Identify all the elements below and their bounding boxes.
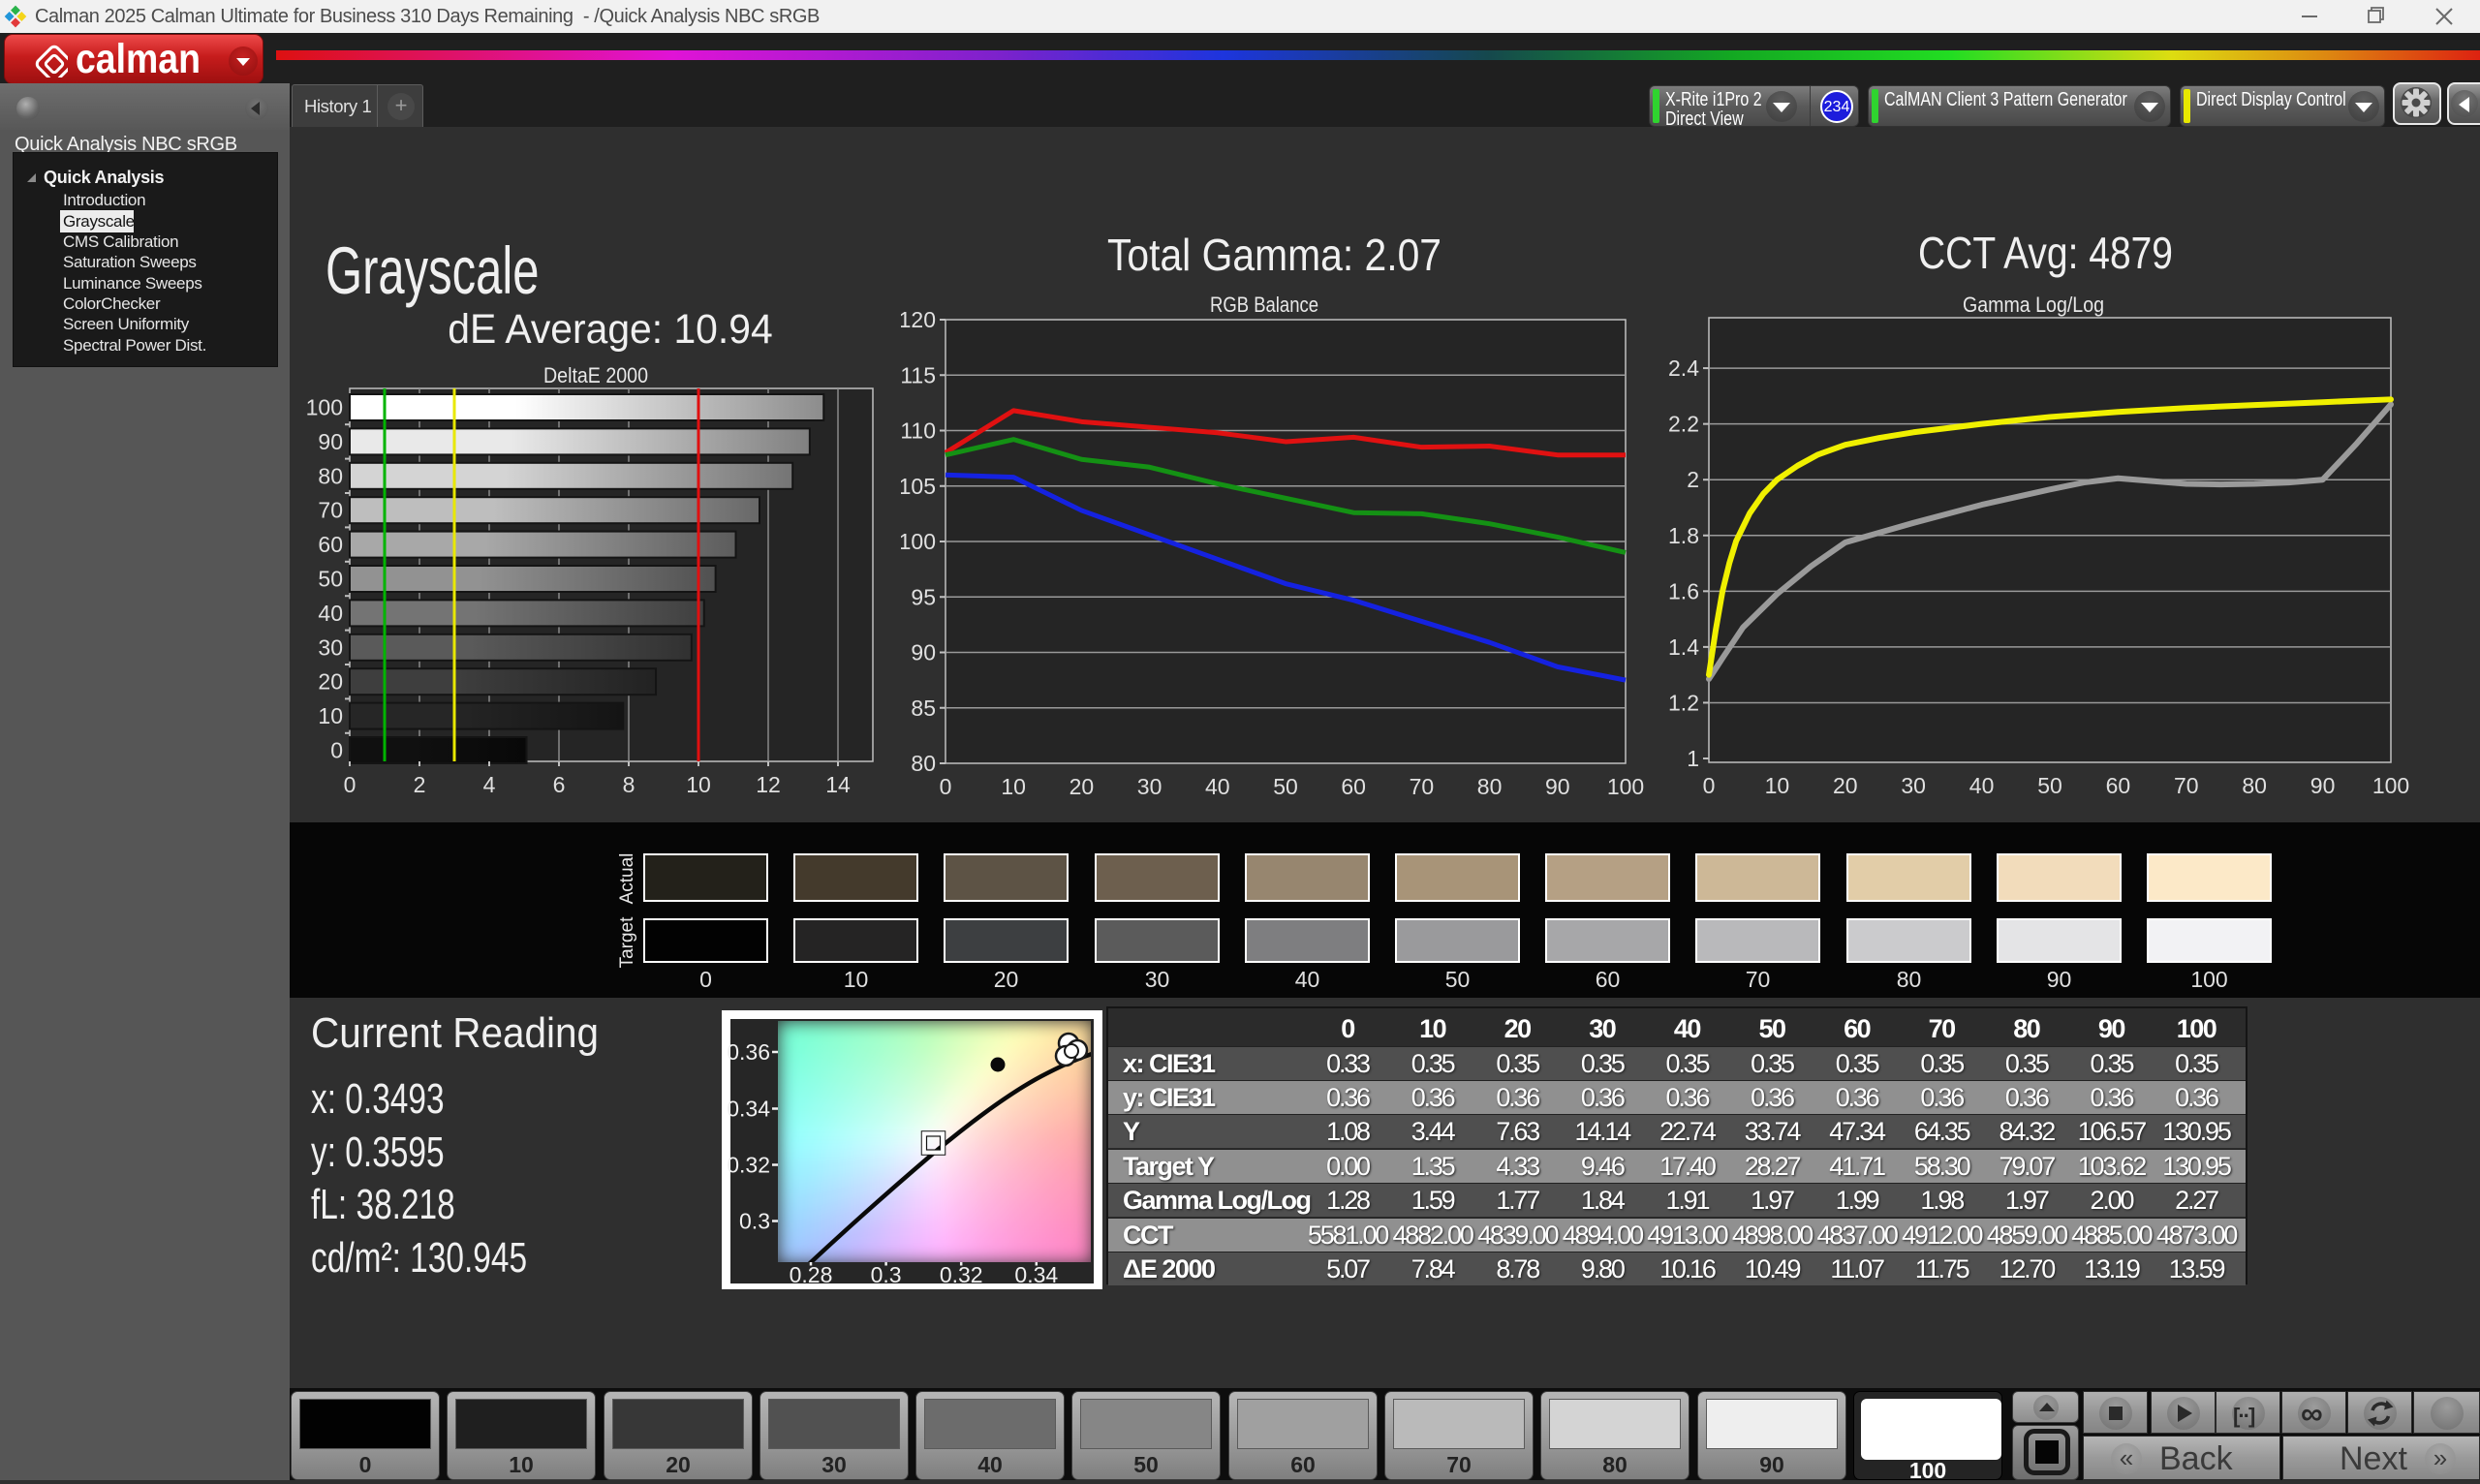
svg-text:60: 60 xyxy=(2106,773,2131,798)
svg-text:1.4: 1.4 xyxy=(1668,634,1699,660)
svg-text:20: 20 xyxy=(318,669,343,695)
svg-text:40: 40 xyxy=(1205,774,1230,799)
svg-text:105: 105 xyxy=(901,474,936,499)
svg-text:70: 70 xyxy=(2174,773,2199,798)
svg-text:10: 10 xyxy=(1001,774,1026,799)
svg-text:1.6: 1.6 xyxy=(1668,578,1699,603)
svg-text:40: 40 xyxy=(318,601,343,626)
svg-text:0.34: 0.34 xyxy=(727,1097,770,1122)
svg-text:100: 100 xyxy=(2372,773,2409,798)
svg-text:1.8: 1.8 xyxy=(1668,523,1699,548)
svg-text:1: 1 xyxy=(1687,746,1699,771)
svg-text:0.32: 0.32 xyxy=(727,1153,770,1178)
svg-text:80: 80 xyxy=(911,751,936,776)
svg-text:0: 0 xyxy=(344,772,356,797)
svg-text:100: 100 xyxy=(1607,774,1644,799)
svg-text:30: 30 xyxy=(318,634,343,660)
svg-text:DeltaE 2000: DeltaE 2000 xyxy=(543,363,648,387)
svg-text:115: 115 xyxy=(901,362,936,387)
svg-text:2.2: 2.2 xyxy=(1668,412,1699,437)
svg-text:0.36: 0.36 xyxy=(727,1039,770,1065)
svg-text:60: 60 xyxy=(1341,774,1366,799)
svg-text:0.28: 0.28 xyxy=(790,1262,833,1287)
svg-text:2: 2 xyxy=(1687,467,1699,492)
svg-text:4: 4 xyxy=(483,772,496,797)
svg-text:14: 14 xyxy=(825,772,851,797)
svg-text:1.2: 1.2 xyxy=(1668,690,1699,715)
svg-text:0.34: 0.34 xyxy=(1014,1262,1058,1287)
svg-text:90: 90 xyxy=(911,640,936,665)
svg-text:40: 40 xyxy=(1969,773,1995,798)
svg-text:100: 100 xyxy=(901,529,936,554)
svg-text:95: 95 xyxy=(911,584,936,609)
svg-text:0: 0 xyxy=(1703,773,1716,798)
svg-text:30: 30 xyxy=(1901,773,1926,798)
svg-text:CCT Avg: 4879: CCT Avg: 4879 xyxy=(1918,228,2173,278)
svg-text:10: 10 xyxy=(686,772,711,797)
svg-text:30: 30 xyxy=(1137,774,1162,799)
svg-text:90: 90 xyxy=(318,429,343,454)
svg-text:6: 6 xyxy=(553,772,566,797)
svg-text:60: 60 xyxy=(318,532,343,557)
svg-text:2.4: 2.4 xyxy=(1668,356,1699,381)
svg-text:0.32: 0.32 xyxy=(940,1262,983,1287)
svg-text:12: 12 xyxy=(756,772,781,797)
svg-text:85: 85 xyxy=(911,696,936,721)
svg-text:80: 80 xyxy=(2242,773,2267,798)
svg-text:100: 100 xyxy=(306,395,343,420)
svg-text:120: 120 xyxy=(901,307,936,332)
svg-text:20: 20 xyxy=(1833,773,1858,798)
svg-text:20: 20 xyxy=(1070,774,1095,799)
svg-text:10: 10 xyxy=(1765,773,1790,798)
svg-text:10: 10 xyxy=(318,703,343,728)
svg-text:50: 50 xyxy=(1273,774,1298,799)
svg-text:0.3: 0.3 xyxy=(871,1262,902,1287)
svg-text:RGB Balance: RGB Balance xyxy=(1210,293,1318,317)
svg-text:8: 8 xyxy=(623,772,636,797)
svg-text:0: 0 xyxy=(940,774,952,799)
svg-text:70: 70 xyxy=(1410,774,1435,799)
svg-text:80: 80 xyxy=(1477,774,1503,799)
svg-text:110: 110 xyxy=(901,418,936,444)
svg-text:50: 50 xyxy=(2037,773,2062,798)
svg-text:Gamma Log/Log: Gamma Log/Log xyxy=(1963,293,2104,317)
svg-text:Total Gamma: 2.07: Total Gamma: 2.07 xyxy=(1107,230,1442,280)
svg-text:90: 90 xyxy=(2310,773,2336,798)
svg-text:90: 90 xyxy=(1545,774,1570,799)
svg-text:0: 0 xyxy=(330,738,343,763)
svg-text:70: 70 xyxy=(318,498,343,523)
svg-text:80: 80 xyxy=(318,463,343,488)
svg-text:50: 50 xyxy=(318,567,343,592)
svg-text:0.3: 0.3 xyxy=(739,1209,770,1234)
svg-text:2: 2 xyxy=(414,772,426,797)
